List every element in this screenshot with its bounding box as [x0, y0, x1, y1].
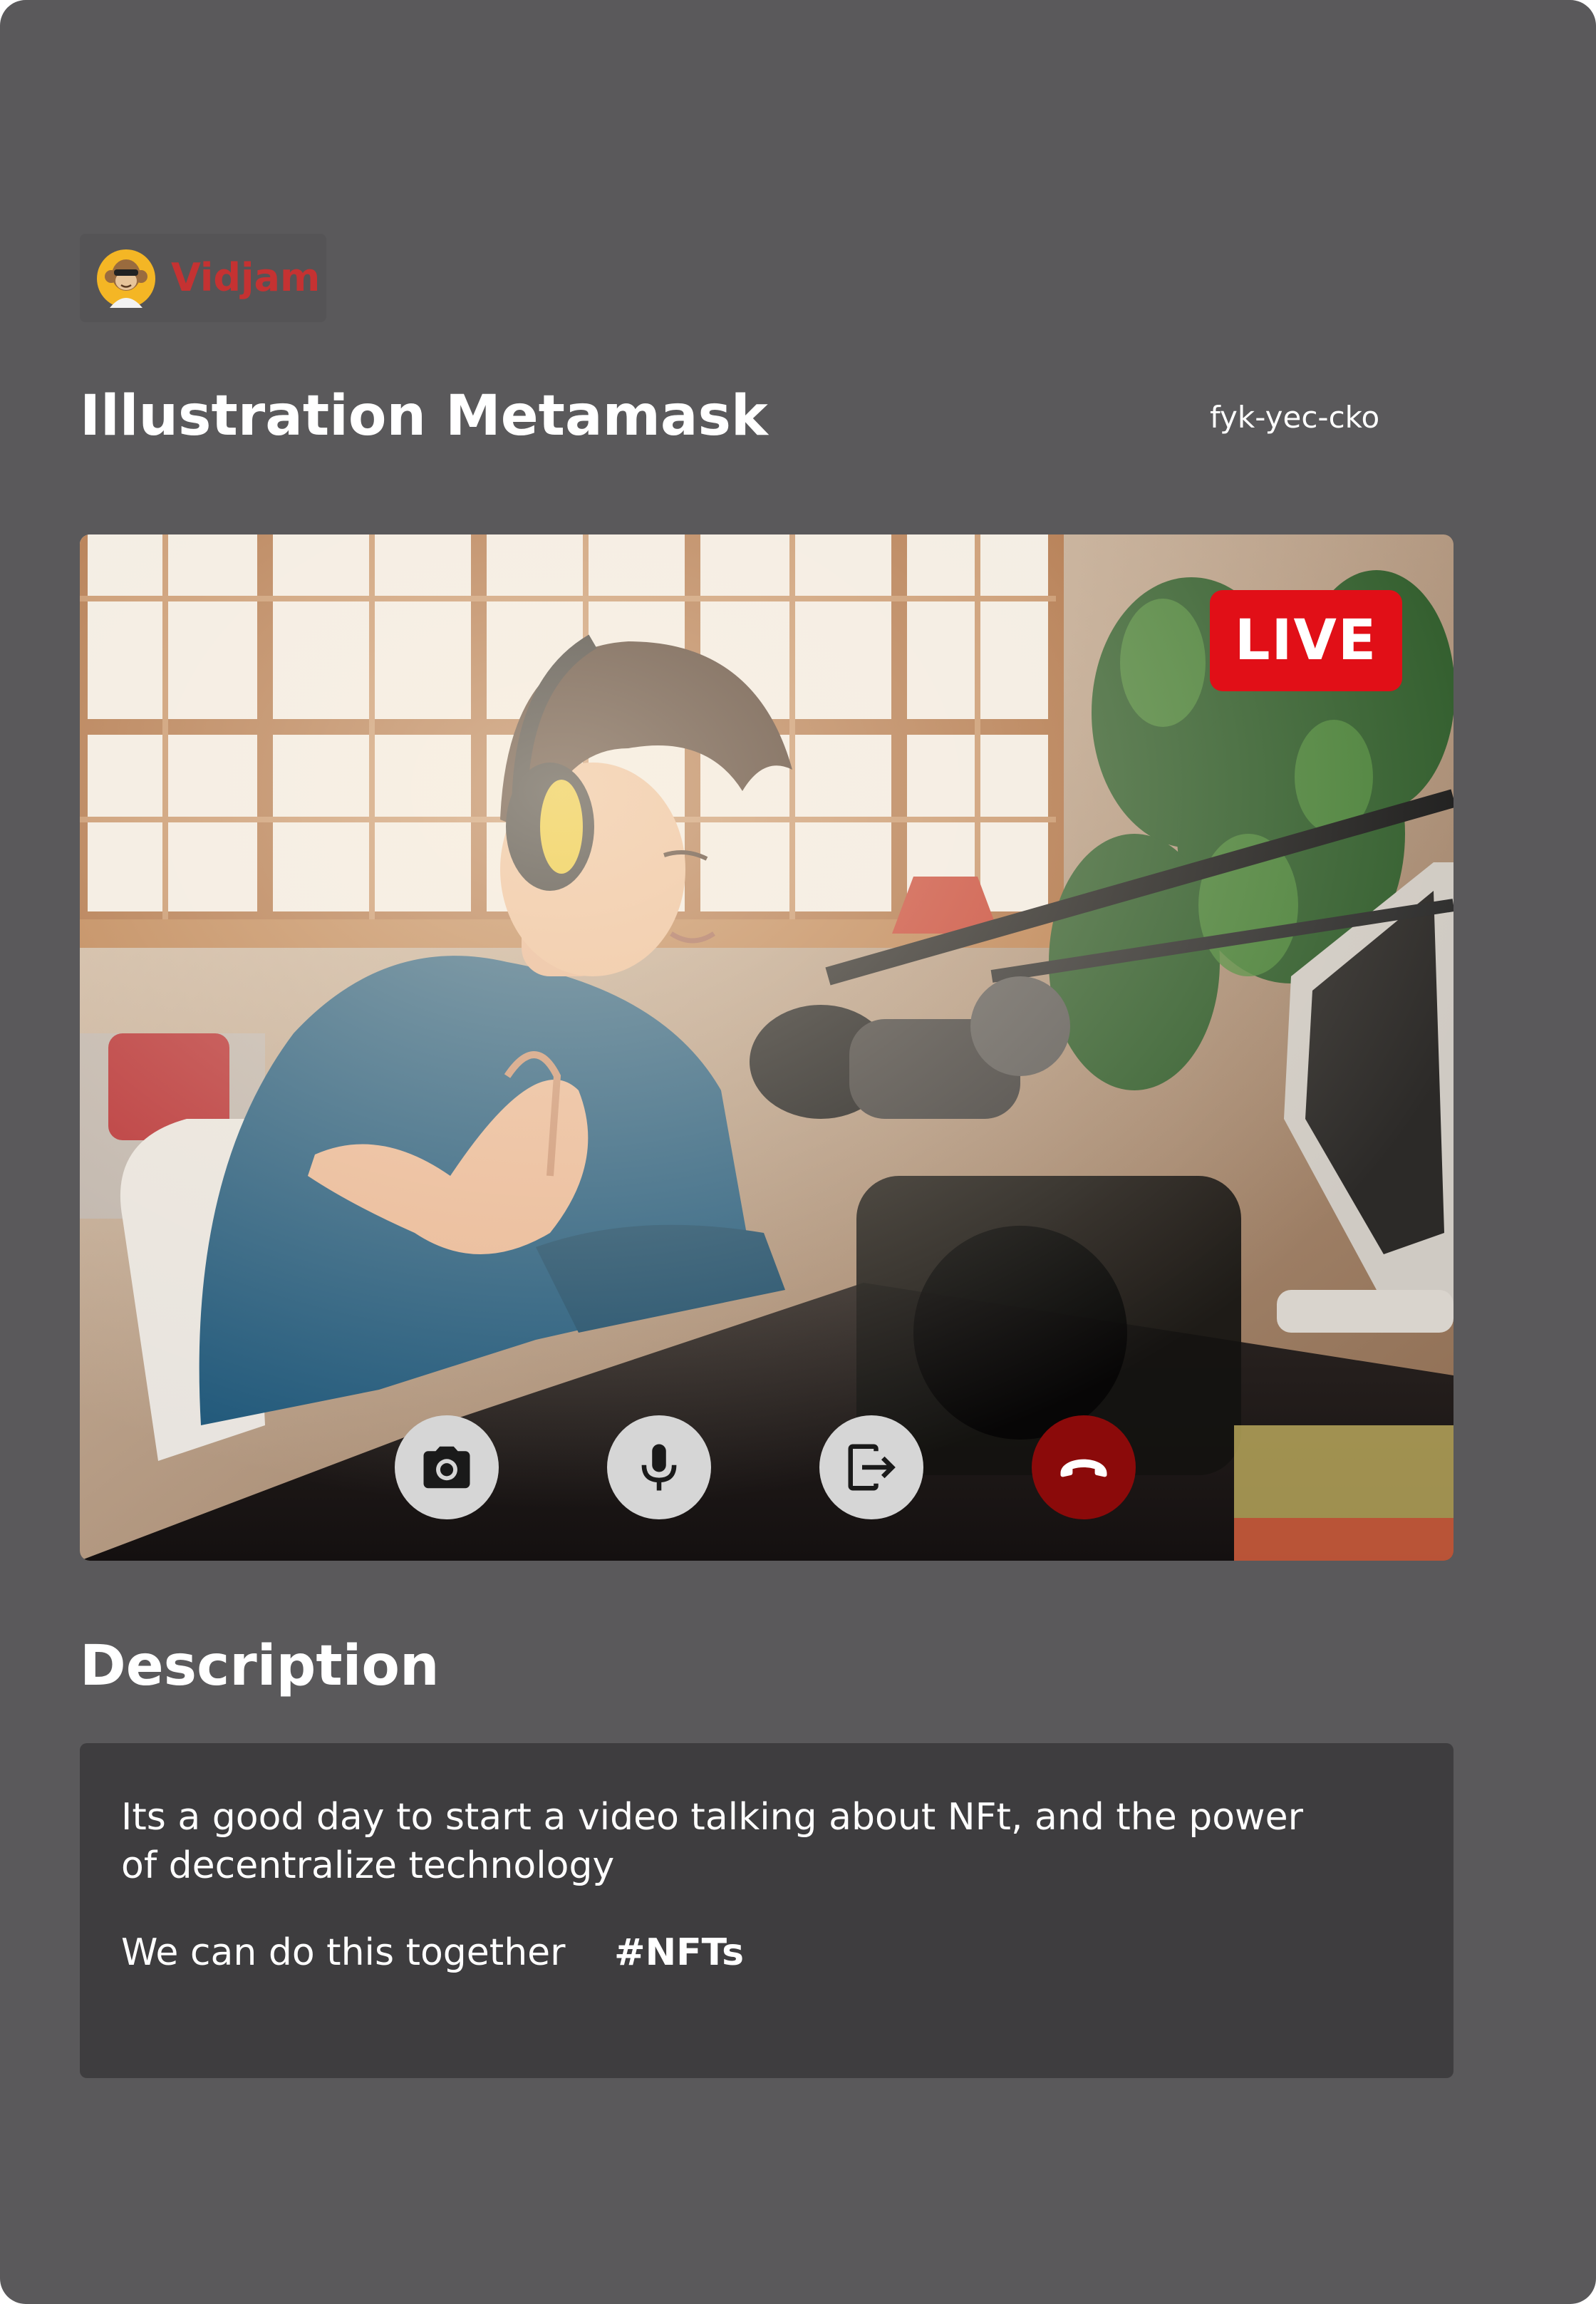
- exit-arrow-icon: [848, 1444, 896, 1491]
- live-video-player[interactable]: LIVE: [80, 534, 1454, 1561]
- room-code[interactable]: fyk-yec-cko: [1210, 398, 1379, 438]
- description-heading: Description: [80, 1634, 440, 1698]
- description-box: Its a good day to start a video talking …: [80, 1743, 1454, 2078]
- microphone-icon: [641, 1444, 677, 1491]
- stream-card: Vidjam Illustration Metamask fyk-yec-cko: [0, 0, 1596, 2304]
- monkey-avatar-icon: [97, 249, 155, 308]
- share-screen-button[interactable]: [819, 1415, 923, 1519]
- brand-logo[interactable]: Vidjam: [80, 234, 326, 322]
- description-text: Its a good day to start a video talking …: [121, 1796, 1303, 1887]
- camera-icon: [423, 1446, 470, 1489]
- end-call-button[interactable]: [1032, 1415, 1136, 1519]
- brand-name: Vidjam: [171, 255, 321, 300]
- camera-button[interactable]: [395, 1415, 499, 1519]
- hashtag-link[interactable]: #NFTs: [614, 1928, 744, 1977]
- phone-hangup-icon: [1060, 1459, 1107, 1477]
- description-closing: We can do this together: [121, 1931, 566, 1974]
- stream-title: Illustration Metamask: [80, 384, 768, 448]
- live-badge: LIVE: [1210, 590, 1402, 691]
- microphone-button[interactable]: [607, 1415, 711, 1519]
